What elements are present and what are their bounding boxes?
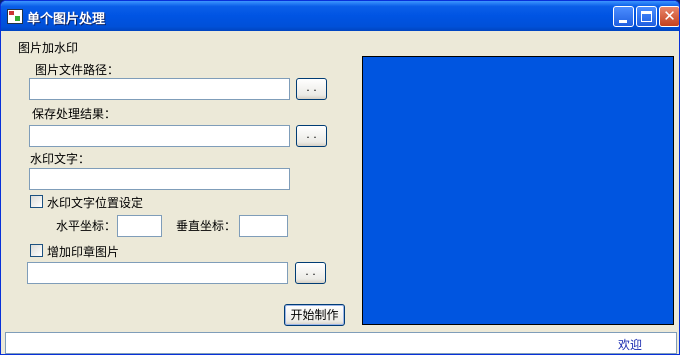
stamp-image-input[interactable] — [27, 262, 288, 284]
y-coordinate-input[interactable] — [239, 215, 288, 237]
status-text: 欢迎 — [617, 338, 642, 352]
minimize-icon — [619, 20, 627, 23]
window-title: 单个图片处理 — [27, 12, 106, 27]
save-path-label: 保存处理结果： — [32, 107, 117, 121]
stamp-image-label: 增加印章图片 — [47, 245, 120, 259]
main-window: 单个图片处理 ✕ 图片加水印 图片文件路径： . . 保存处理结果： . . 水… — [0, 0, 680, 355]
position-setting-checkbox[interactable] — [30, 195, 43, 208]
status-bar: 欢迎 — [5, 332, 677, 354]
stamp-image-browse-button[interactable]: . . — [295, 262, 326, 284]
close-button[interactable]: ✕ — [659, 6, 679, 27]
x-coordinate-input[interactable] — [117, 215, 162, 237]
y-coordinate-label: 垂直坐标： — [176, 219, 237, 233]
image-path-label: 图片文件路径： — [35, 63, 120, 77]
position-setting-label: 水印文字位置设定 — [47, 196, 144, 210]
stamp-image-checkbox[interactable] — [30, 244, 43, 257]
image-path-browse-button[interactable]: . . — [296, 78, 327, 100]
watermark-text-label: 水印文字： — [30, 152, 91, 166]
start-button[interactable]: 开始制作 — [284, 304, 345, 326]
minimize-button[interactable] — [613, 6, 634, 27]
close-icon: ✕ — [663, 7, 676, 25]
save-path-browse-button[interactable]: . . — [296, 125, 327, 147]
save-path-input[interactable] — [29, 125, 290, 147]
image-preview — [362, 56, 674, 325]
group-title: 图片加水印 — [18, 41, 79, 55]
watermark-text-input[interactable] — [29, 168, 290, 190]
x-coordinate-label: 水平坐标： — [56, 219, 117, 233]
image-path-input[interactable] — [29, 78, 290, 100]
maximize-button[interactable] — [636, 6, 657, 27]
maximize-icon — [641, 11, 652, 22]
title-bar[interactable]: 单个图片处理 ✕ — [1, 1, 679, 31]
app-icon[interactable] — [7, 9, 23, 24]
